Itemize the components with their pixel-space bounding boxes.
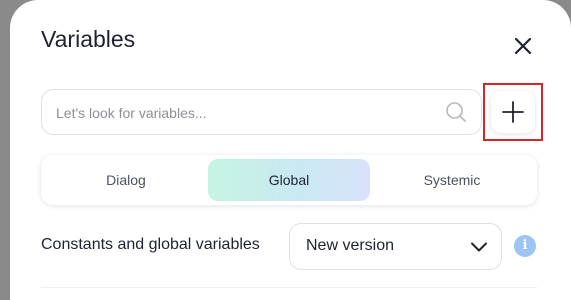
search-field[interactable] bbox=[41, 89, 482, 136]
dialog-title: Variables bbox=[41, 26, 136, 52]
chevron-down-icon bbox=[469, 237, 489, 257]
close-button[interactable] bbox=[509, 32, 537, 60]
version-select[interactable]: New version bbox=[289, 223, 502, 270]
close-icon bbox=[514, 37, 532, 55]
tab-dialog[interactable]: Dialog bbox=[45, 159, 207, 201]
info-icon[interactable]: i bbox=[514, 235, 536, 257]
tab-global[interactable]: Global bbox=[208, 159, 370, 201]
search-icon[interactable] bbox=[445, 101, 467, 123]
tab-systemic[interactable]: Systemic bbox=[371, 159, 533, 201]
plus-icon bbox=[502, 101, 524, 123]
add-variable-button[interactable] bbox=[483, 83, 543, 141]
list-divider bbox=[41, 287, 537, 294]
variables-dialog: Variables Dialog Global Systemic Constan… bbox=[10, 0, 571, 300]
search-input[interactable] bbox=[54, 90, 438, 136]
scope-tabs: Dialog Global Systemic bbox=[41, 155, 537, 205]
constants-label: Constants and global variables bbox=[41, 236, 260, 253]
version-select-value: New version bbox=[306, 237, 395, 254]
add-button-surface[interactable] bbox=[491, 91, 535, 133]
